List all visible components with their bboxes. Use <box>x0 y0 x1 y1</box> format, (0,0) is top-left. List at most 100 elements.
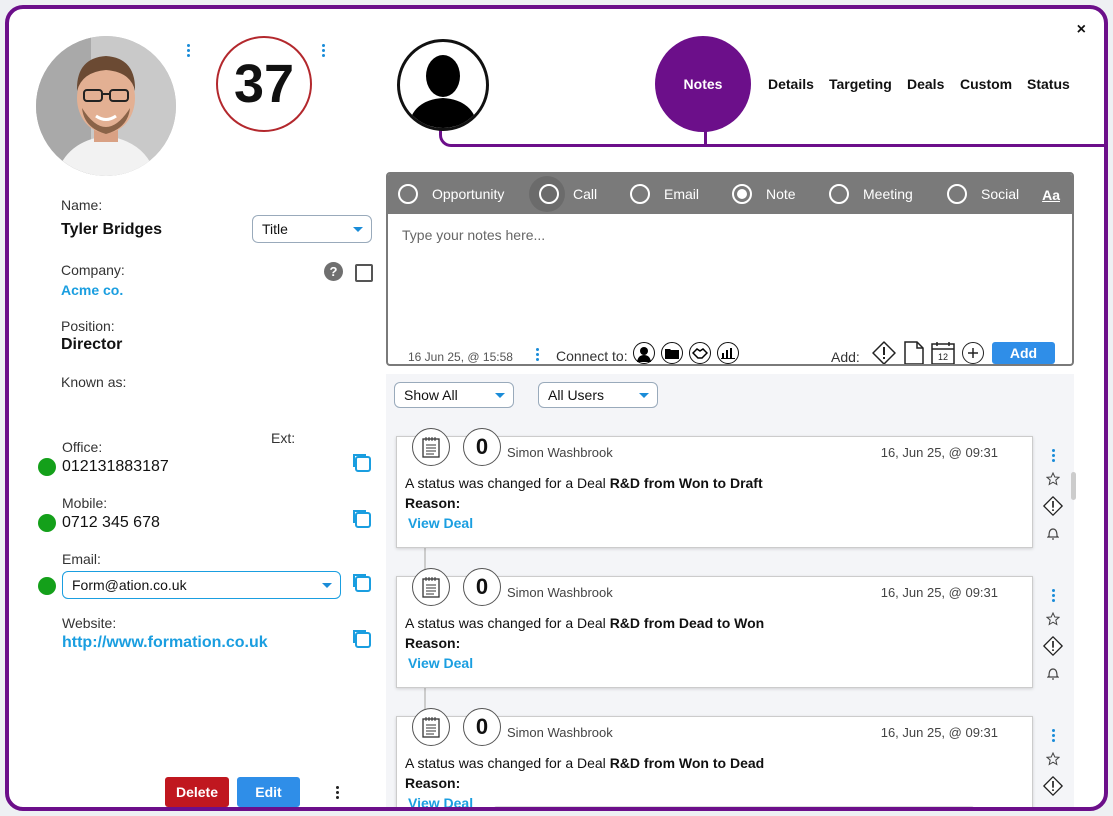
calendar-day: 12 <box>937 352 948 362</box>
feed-message-text: A status was changed for a Deal <box>405 475 610 491</box>
feed-message-detail: R&D from Won to Dead <box>609 755 765 771</box>
bell-icon[interactable] <box>1047 666 1059 680</box>
document-icon[interactable] <box>904 341 924 364</box>
tab-notes[interactable]: Notes <box>655 36 751 132</box>
connect-contact-icon[interactable] <box>633 342 655 364</box>
view-deal-link[interactable]: View Deal <box>408 515 473 531</box>
view-deal-link[interactable]: View Deal <box>408 655 473 671</box>
copy-icon[interactable] <box>351 628 371 648</box>
feed-scrollbar-horizontal[interactable] <box>494 806 974 807</box>
website-link[interactable]: http://www.formation.co.uk <box>62 634 268 652</box>
tab-connector <box>439 127 1104 147</box>
email-select[interactable]: Form@ation.co.uk <box>62 571 341 599</box>
tab-custom[interactable]: Custom <box>960 76 1012 92</box>
close-button[interactable]: × <box>1077 21 1086 39</box>
delete-button[interactable]: Delete <box>165 777 229 807</box>
score-menu-icon[interactable] <box>320 44 326 57</box>
calendar-icon[interactable]: 12 <box>931 341 955 364</box>
feed-message-text: A status was changed for a Deal <box>405 615 610 631</box>
company-link[interactable]: Acme co. <box>61 282 123 298</box>
note-composer: Opportunity Call Email Note Meeting Soci… <box>386 172 1074 366</box>
alert-diamond-icon[interactable] <box>872 341 896 364</box>
feed-menu-icon[interactable] <box>1050 729 1056 742</box>
feed-count: 0 <box>463 428 501 466</box>
font-format-toggle[interactable]: Aa <box>1042 187 1060 203</box>
connect-folder-icon[interactable] <box>661 342 683 364</box>
alert-diamond-icon[interactable] <box>1043 636 1063 656</box>
alert-diamond-icon[interactable] <box>1043 776 1063 796</box>
feed-reason: Reason: <box>405 635 461 651</box>
chevron-down-icon <box>353 227 363 232</box>
avatar-menu-icon[interactable] <box>185 44 191 57</box>
copy-icon[interactable] <box>351 508 371 528</box>
ext-label: Ext: <box>271 430 296 446</box>
radio-note[interactable]: Note <box>732 184 796 204</box>
tab-details[interactable]: Details <box>768 76 814 92</box>
activity-feed: Show All All Users Simon Washbrook 16, J… <box>386 374 1074 807</box>
radio-email[interactable]: Email <box>630 184 699 204</box>
feed-message-detail: R&D from Won to Draft <box>609 475 763 491</box>
radio-label: Call <box>573 186 598 202</box>
contact-position: Director <box>61 336 123 353</box>
users-filter-value: All Users <box>548 387 605 403</box>
position-label: Position: <box>61 318 115 334</box>
mobile-phone[interactable]: 0712 345 678 <box>62 514 160 532</box>
feed-user: Simon Washbrook <box>507 725 613 740</box>
radio-call[interactable]: Call <box>539 184 597 204</box>
feed-menu-icon[interactable] <box>1050 589 1056 602</box>
connect-deal-handshake-icon[interactable] <box>689 342 711 364</box>
feed-reason: Reason: <box>405 775 461 791</box>
add-plus-icon[interactable] <box>962 342 984 364</box>
contact-avatar <box>36 36 176 176</box>
office-phone[interactable]: 012131883187 <box>62 458 169 476</box>
company-checkbox[interactable] <box>355 264 373 282</box>
feed-user: Simon Washbrook <box>507 445 613 460</box>
lead-score: 37 <box>216 36 312 132</box>
edit-button[interactable]: Edit <box>237 777 300 807</box>
feed-menu-icon[interactable] <box>1050 449 1056 462</box>
feed-time: 16, Jun 25, @ 09:31 <box>880 725 998 740</box>
title-select[interactable]: Title <box>252 215 372 243</box>
star-icon[interactable] <box>1046 472 1060 486</box>
bell-icon[interactable] <box>1047 526 1059 540</box>
show-filter-value: Show All <box>404 387 458 403</box>
feed-message-text: A status was changed for a Deal <box>405 755 610 771</box>
contact-name: Tyler Bridges <box>61 221 163 238</box>
email-label: Email: <box>62 551 101 567</box>
notes-input[interactable] <box>402 227 1062 287</box>
radio-label: Social <box>981 186 1020 202</box>
email-value: Form@ation.co.uk <box>72 577 187 593</box>
radio-social[interactable]: Social <box>947 184 1019 204</box>
radio-icon <box>539 184 559 204</box>
feed-scrollbar-vertical[interactable] <box>1071 472 1076 500</box>
add-label: Add: <box>831 349 860 365</box>
tab-deals[interactable]: Deals <box>907 76 944 92</box>
more-actions-icon[interactable] <box>334 786 340 799</box>
timestamp-menu-icon[interactable] <box>534 348 540 361</box>
star-icon[interactable] <box>1046 752 1060 766</box>
view-deal-link[interactable]: View Deal <box>408 795 473 807</box>
connect-chart-icon[interactable] <box>717 342 739 364</box>
show-filter-select[interactable]: Show All <box>394 382 514 408</box>
copy-icon[interactable] <box>351 572 371 592</box>
star-icon[interactable] <box>1046 612 1060 626</box>
chevron-down-icon <box>495 393 505 398</box>
feed-message: A status was changed for a Deal R&D from… <box>405 615 764 631</box>
radio-meeting[interactable]: Meeting <box>829 184 913 204</box>
note-doc-icon <box>412 568 450 606</box>
status-dot-icon <box>38 577 56 595</box>
tab-status[interactable]: Status <box>1027 76 1070 92</box>
composer-timestamp: 16 Jun 25, @ 15:58 <box>408 350 513 364</box>
feed-user: Simon Washbrook <box>507 585 613 600</box>
alert-diamond-icon[interactable] <box>1043 496 1063 516</box>
radio-opportunity[interactable]: Opportunity <box>398 184 504 204</box>
copy-icon[interactable] <box>351 452 371 472</box>
help-icon[interactable]: ? <box>324 262 343 281</box>
contact-modal: × 37 Name: Tyler Bridges Title Company: … <box>5 5 1108 811</box>
feed-actions <box>1043 729 1063 796</box>
add-note-button[interactable]: Add <box>992 342 1055 364</box>
users-filter-select[interactable]: All Users <box>538 382 658 408</box>
tab-targeting[interactable]: Targeting <box>829 76 892 92</box>
radio-icon <box>829 184 849 204</box>
chevron-down-icon <box>322 583 332 588</box>
